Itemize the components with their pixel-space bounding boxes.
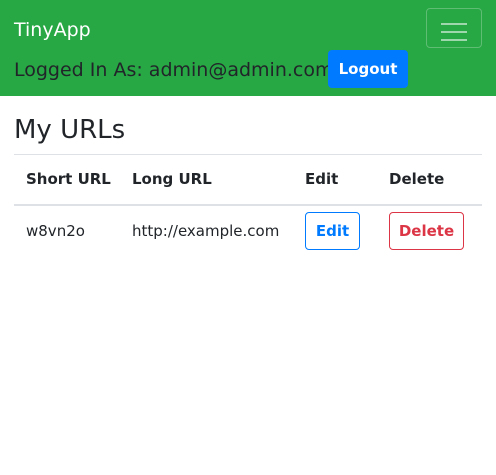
table-row: w8vn2o http://example.com Edit Delete: [14, 205, 482, 257]
logout-button[interactable]: Logout: [328, 50, 408, 88]
logged-in-user-text: Logged In As: admin@admin.com: [14, 59, 334, 81]
cell-edit: Edit: [293, 205, 377, 257]
urls-table: Short URL Long URL Edit Delete w8vn2o ht…: [14, 154, 482, 257]
brand-link[interactable]: TinyApp: [14, 17, 91, 43]
header-delete: Delete: [377, 154, 482, 206]
delete-button[interactable]: Delete: [389, 212, 464, 250]
header-short-url: Short URL: [14, 154, 120, 206]
navbar-toggler-button[interactable]: [426, 8, 482, 48]
cell-delete: Delete: [377, 205, 482, 257]
page-title: My URLs: [14, 115, 126, 145]
header-long-url: Long URL: [120, 154, 293, 206]
header-edit: Edit: [293, 154, 377, 206]
cell-short-url: w8vn2o: [26, 222, 85, 240]
table-header-row: Short URL Long URL Edit Delete: [14, 154, 482, 206]
cell-long-url: http://example.com: [132, 222, 280, 240]
edit-button[interactable]: Edit: [305, 212, 360, 250]
navbar: TinyApp Logged In As: admin@admin.com Lo…: [0, 0, 496, 96]
hamburger-menu-icon: [441, 23, 467, 41]
